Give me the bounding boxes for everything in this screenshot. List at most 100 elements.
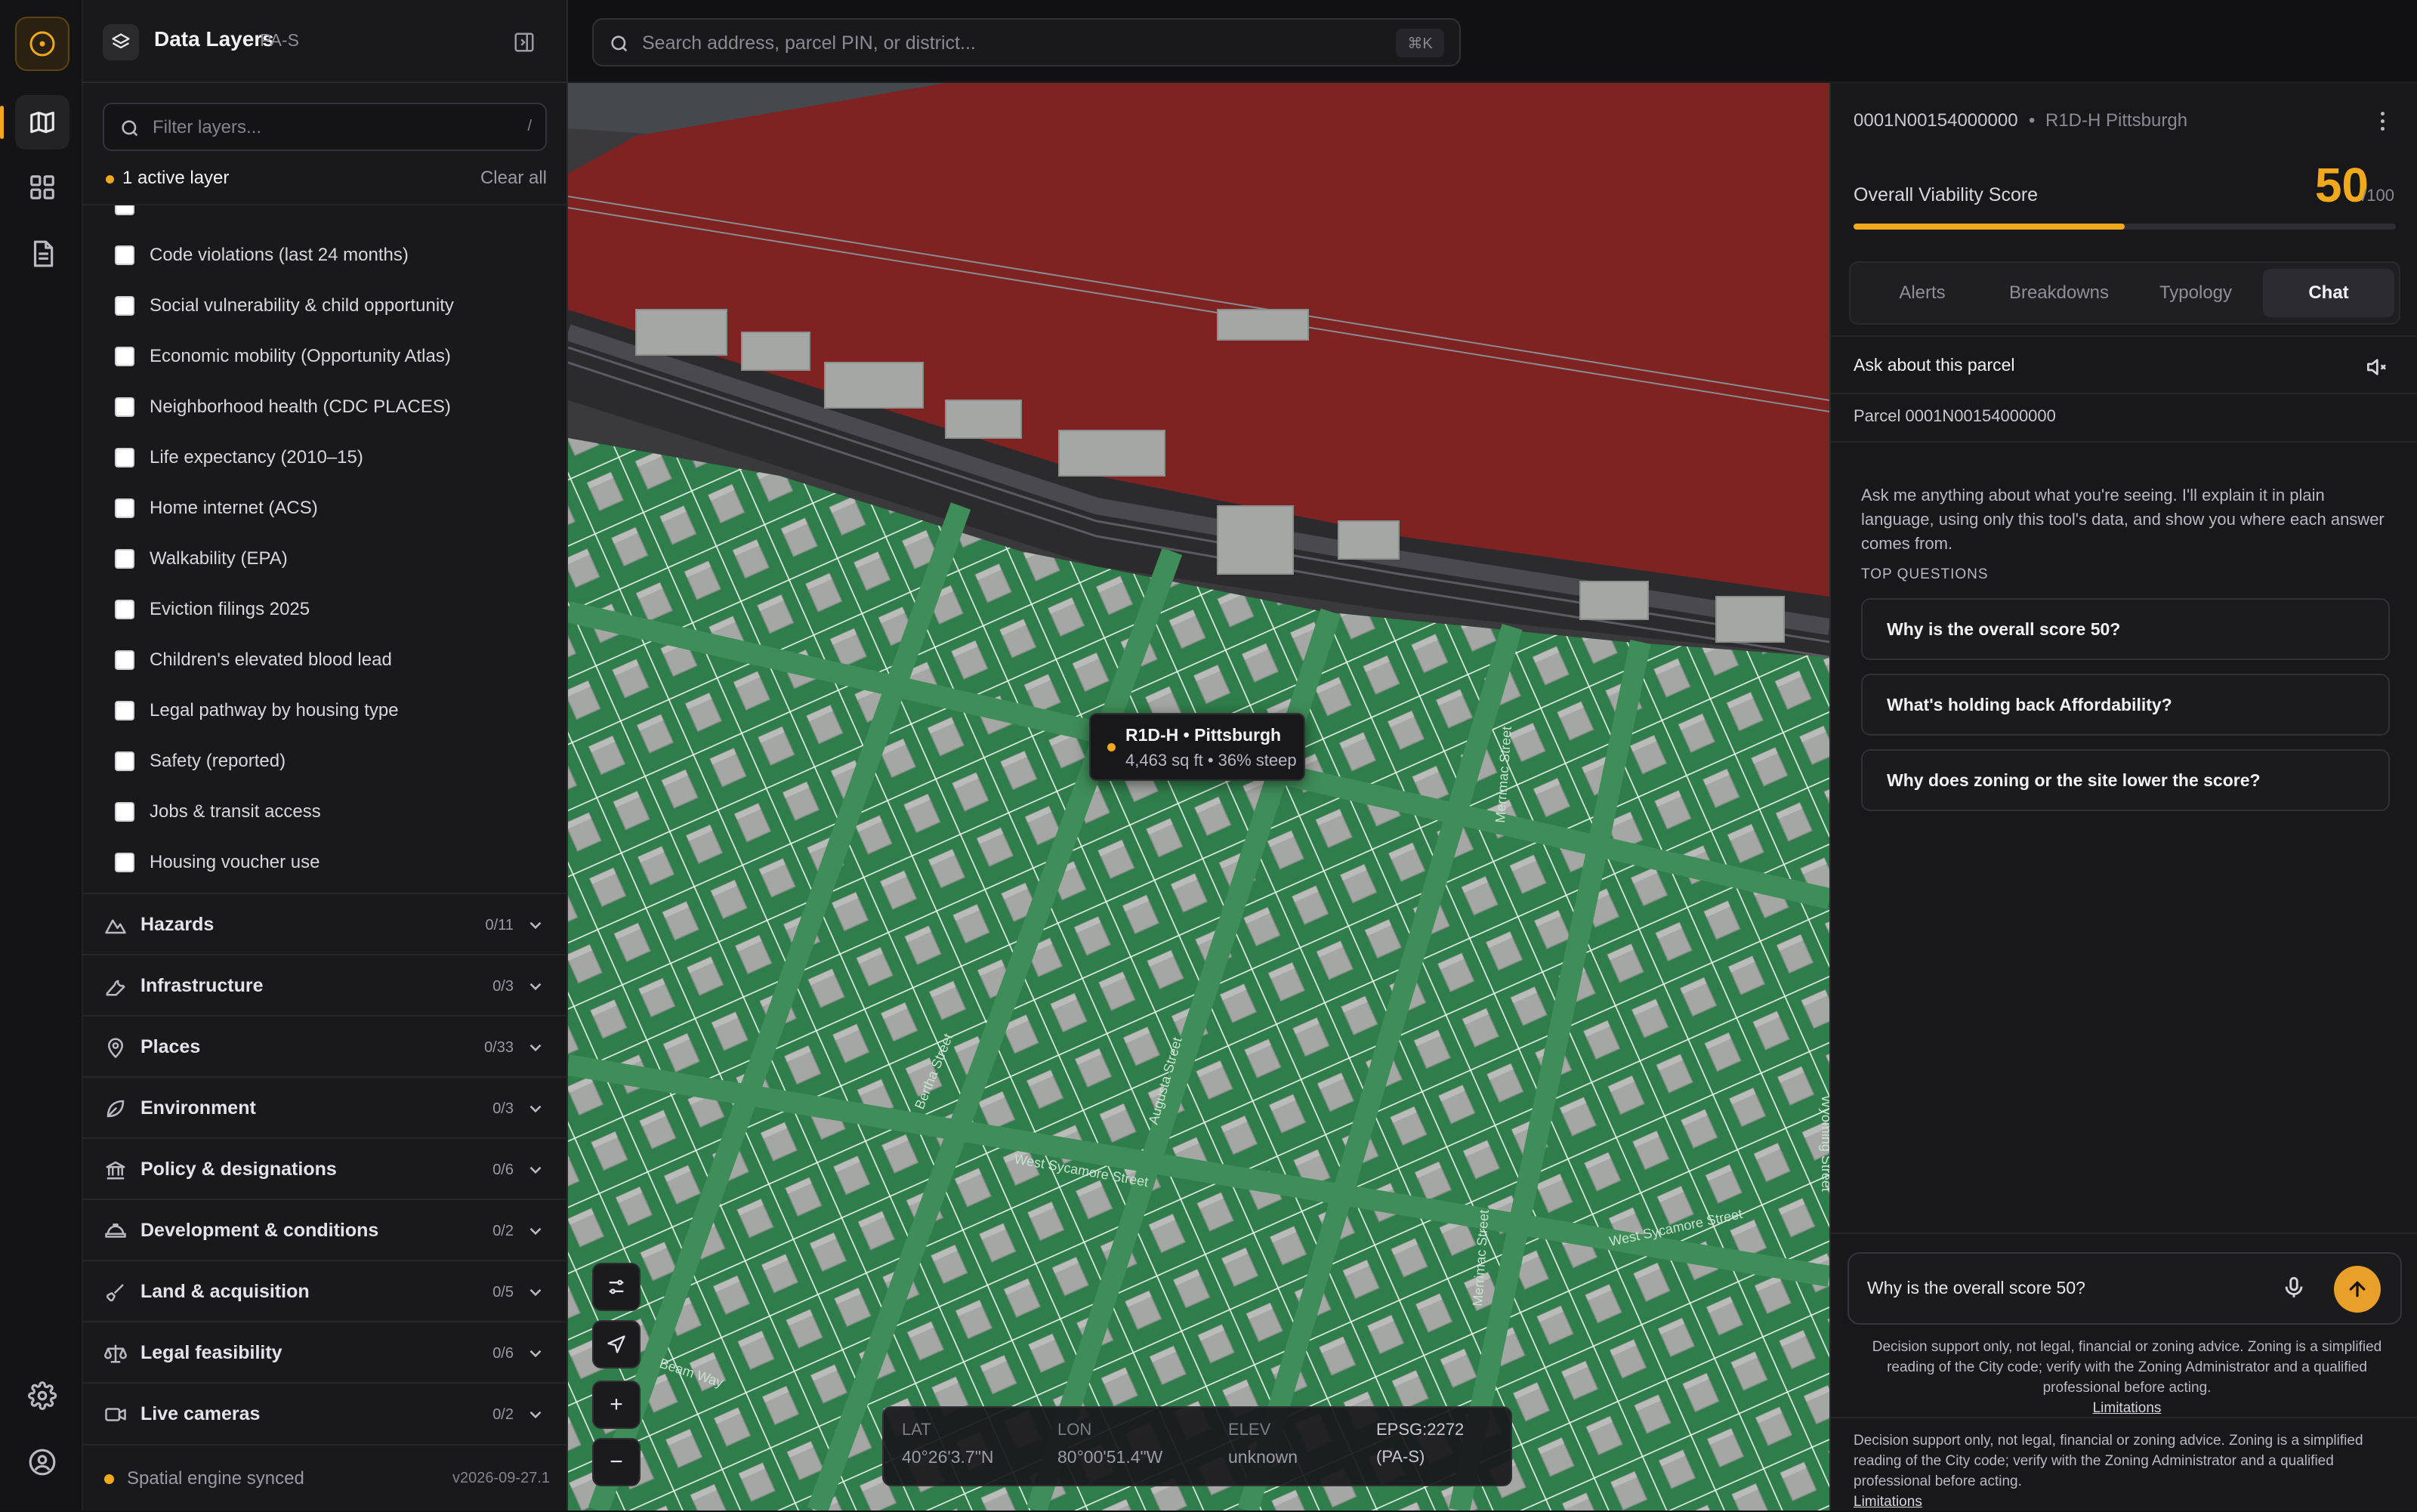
layer-item[interactable]: Home internet (ACS)	[115, 493, 318, 523]
layer-checkbox[interactable]	[115, 802, 134, 822]
layer-item[interactable]: Jobs & transit access	[115, 797, 321, 827]
tab-typology[interactable]: Typology	[2130, 269, 2261, 317]
elev-value: unknown	[1228, 1447, 1298, 1467]
detail-tabs: Alerts Breakdowns Typology Chat	[1849, 261, 2400, 325]
zoning-label: R1D-H Pittsburgh	[2045, 110, 2188, 131]
layer-checkbox[interactable]	[115, 853, 134, 872]
layer-item[interactable]: Housing voucher use	[115, 847, 319, 878]
category-places[interactable]: Places 0/33	[83, 1015, 568, 1076]
category-legal[interactable]: Legal feasibility 0/6	[83, 1321, 568, 1382]
map-view[interactable]: West Sycamore Street West Sycamore Stree…	[568, 83, 1829, 1510]
panel-header: Data Layers PA-S	[83, 0, 568, 83]
send-button[interactable]	[2334, 1266, 2381, 1313]
suggested-question[interactable]: What's holding back Affordability?	[1861, 674, 2390, 736]
clear-all-button[interactable]: Clear all	[480, 168, 547, 189]
layer-item[interactable]: Neighborhood health (CDC PLACES)	[115, 392, 451, 422]
suggested-question[interactable]: Why does zoning or the site lower the sc…	[1861, 749, 2390, 811]
elev-label: ELEV	[1228, 1420, 1271, 1439]
layer-checkbox[interactable]	[115, 296, 134, 316]
layer-label: Legal pathway by housing type	[150, 700, 399, 721]
tooltip-detail: 4,463 sq ft • 36% steep	[1125, 751, 1297, 770]
category-name: Live cameras	[140, 1403, 261, 1424]
layer-label: Life expectancy (2010–15)	[150, 447, 363, 467]
nav-reports[interactable]	[15, 227, 69, 281]
chat-input-value[interactable]: Why is the overall score 50?	[1867, 1278, 2085, 1298]
category-policy[interactable]: Policy & designations 0/6	[83, 1137, 568, 1199]
layer-checkbox[interactable]	[115, 205, 134, 215]
layer-checkbox[interactable]	[115, 751, 134, 771]
layer-item[interactable]: Walkability (EPA)	[115, 544, 288, 574]
app-logo[interactable]	[15, 17, 69, 71]
layer-checkbox[interactable]	[115, 397, 134, 417]
panel-title: Data Layers	[154, 27, 274, 51]
nav-map[interactable]	[0, 95, 69, 150]
layer-item[interactable]: Legal pathway by housing type	[115, 696, 399, 726]
layer-checkbox[interactable]	[115, 600, 134, 619]
street-label: Wyoming Street	[1819, 1095, 1829, 1192]
collapse-panel-button[interactable]	[509, 27, 539, 57]
layer-checkbox[interactable]	[115, 448, 134, 467]
divider	[1831, 1233, 2417, 1234]
region-label: PA-S	[260, 30, 299, 50]
locate-button[interactable]	[592, 1320, 641, 1369]
tab-alerts[interactable]: Alerts	[1857, 269, 1988, 317]
top-questions-label: TOP QUESTIONS	[1861, 566, 1989, 582]
map-canvas[interactable]: West Sycamore Street West Sycamore Stree…	[568, 83, 1829, 1510]
search-icon	[611, 35, 628, 52]
layer-checkbox[interactable]	[115, 498, 134, 518]
microphone-icon[interactable]	[2281, 1275, 2307, 1301]
zoom-out-button[interactable]: −	[592, 1438, 641, 1486]
layer-item[interactable]: Eviction filings 2025	[115, 594, 310, 625]
active-layers-bar: 1 active layer Clear all	[83, 160, 568, 202]
kebab-dot	[2380, 126, 2385, 131]
nav-dashboard[interactable]	[15, 160, 69, 214]
layer-item[interactable]: Children's elevated blood lead	[115, 645, 392, 675]
filter-layers-input[interactable]	[153, 112, 508, 143]
category-count: 0/2	[492, 1406, 514, 1423]
wrench-icon	[106, 980, 125, 996]
layer-item[interactable]: Safety (reported)	[115, 746, 286, 776]
layer-item[interactable]: Life expectancy (2010–15)	[115, 443, 363, 473]
filter-layers-field[interactable]: /	[103, 103, 547, 151]
layer-item-partial[interactable]	[115, 205, 150, 221]
layer-label: Social vulnerability & child opportunity	[150, 295, 454, 316]
chevron-down-icon	[529, 1288, 542, 1297]
layer-label: Code violations (last 24 months)	[150, 245, 409, 265]
chevron-down-icon	[529, 1411, 542, 1419]
category-infrastructure[interactable]: Infrastructure 0/3	[83, 954, 568, 1015]
tooltip-title: R1D-H • Pittsburgh	[1125, 725, 1282, 745]
layer-item[interactable]: Code violations (last 24 months)	[115, 240, 409, 270]
category-hazards[interactable]: Hazards 0/11	[83, 893, 568, 954]
disclaimer-text: Decision support only, not legal, financ…	[1872, 1339, 2382, 1396]
score-bar-fill	[1854, 224, 2125, 230]
category-land[interactable]: Land & acquisition 0/5	[83, 1260, 568, 1321]
nav-settings[interactable]	[15, 1369, 69, 1423]
layer-checkbox[interactable]	[115, 245, 134, 265]
map-layers-button[interactable]	[592, 1263, 641, 1311]
more-options-button[interactable]	[2369, 106, 2396, 136]
chat-input-field[interactable]: Why is the overall score 50?	[1847, 1252, 2402, 1325]
global-search-input[interactable]	[642, 27, 1367, 59]
category-cameras[interactable]: Live cameras 0/2	[83, 1382, 568, 1443]
layer-checkbox[interactable]	[115, 347, 134, 366]
global-search[interactable]: ⌘K	[592, 18, 1461, 66]
layer-checkbox[interactable]	[115, 549, 134, 569]
layer-checkbox[interactable]	[115, 701, 134, 721]
layer-label: Housing voucher use	[150, 852, 320, 872]
nav-account[interactable]	[15, 1435, 69, 1489]
limitations-link[interactable]: Limitations	[1854, 1492, 2402, 1512]
layer-item[interactable]: Social vulnerability & child opportunity	[115, 291, 454, 321]
layer-item[interactable]: Economic mobility (Opportunity Atlas)	[115, 341, 451, 372]
category-development[interactable]: Development & conditions 0/2	[83, 1199, 568, 1260]
tab-chat[interactable]: Chat	[2263, 269, 2394, 317]
parcel-tooltip: R1D-H • Pittsburgh 4,463 sq ft • 36% ste…	[1089, 713, 1305, 781]
tab-breakdowns[interactable]: Breakdowns	[1989, 269, 2128, 317]
category-environment[interactable]: Environment 0/3	[83, 1076, 568, 1137]
zoom-in-button[interactable]: +	[592, 1381, 641, 1429]
layer-checkbox[interactable]	[115, 650, 134, 670]
limitations-link[interactable]: Limitations	[1857, 1398, 2397, 1418]
suggested-question[interactable]: Why is the overall score 50?	[1861, 598, 2390, 660]
volume-mute-icon[interactable]	[2364, 355, 2388, 379]
lat-value: 40°26'3.7"N	[902, 1447, 994, 1467]
epsg-label: EPSG:2272	[1376, 1420, 1465, 1439]
